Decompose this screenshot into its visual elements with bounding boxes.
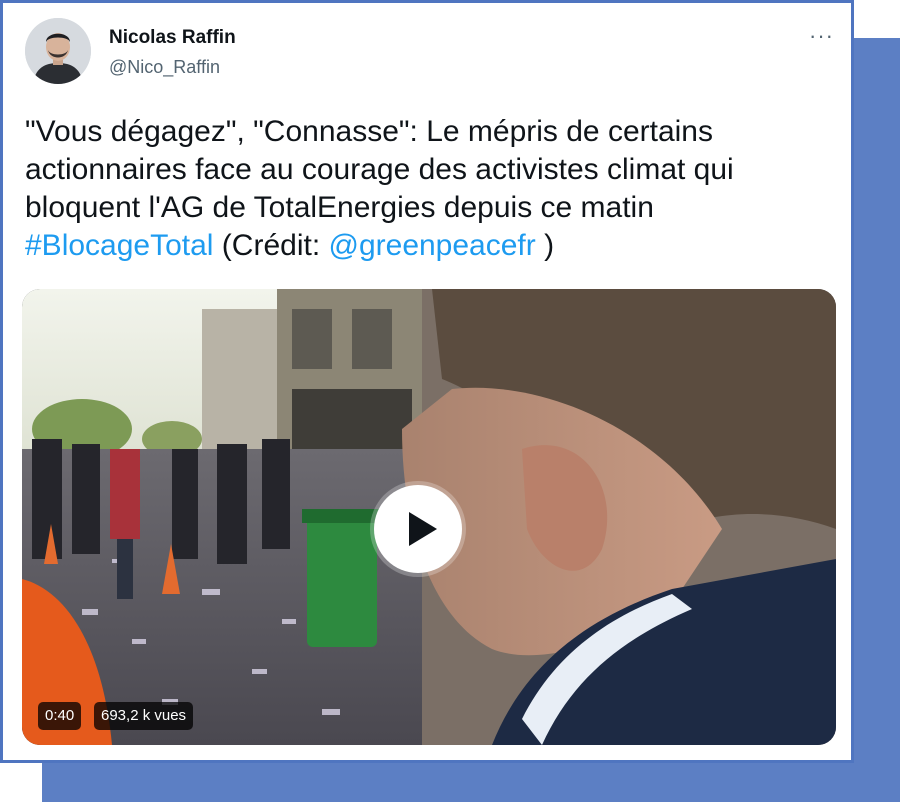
video-duration-badge: 0:40 bbox=[38, 702, 82, 730]
tweet-text-line: "Vous dégagez", "Connasse": Le mépris de… bbox=[25, 115, 713, 148]
tweet-text-line: actionnaires face au courage des activis… bbox=[25, 153, 734, 186]
play-button[interactable] bbox=[374, 485, 462, 573]
play-icon bbox=[409, 512, 437, 546]
mention-link[interactable]: @greenpeacefr bbox=[329, 229, 536, 262]
more-options-icon[interactable]: ··· bbox=[809, 23, 834, 49]
tweet-text: "Vous dégagez", "Connasse": Le mépris de… bbox=[25, 113, 825, 265]
video-views-badge: 693,2 k vues bbox=[94, 702, 194, 730]
avatar[interactable] bbox=[25, 18, 91, 84]
tweet-text-line: bloquent l'AG de TotalEnergies depuis ce… bbox=[25, 191, 654, 224]
hashtag-link[interactable]: #BlocageTotal bbox=[25, 229, 213, 262]
author-handle[interactable]: @Nico_Raffin bbox=[109, 57, 220, 78]
credit-suffix: ) bbox=[535, 229, 555, 262]
author-name[interactable]: Nicolas Raffin bbox=[109, 27, 236, 49]
credit-prefix: (Crédit: bbox=[213, 229, 329, 262]
